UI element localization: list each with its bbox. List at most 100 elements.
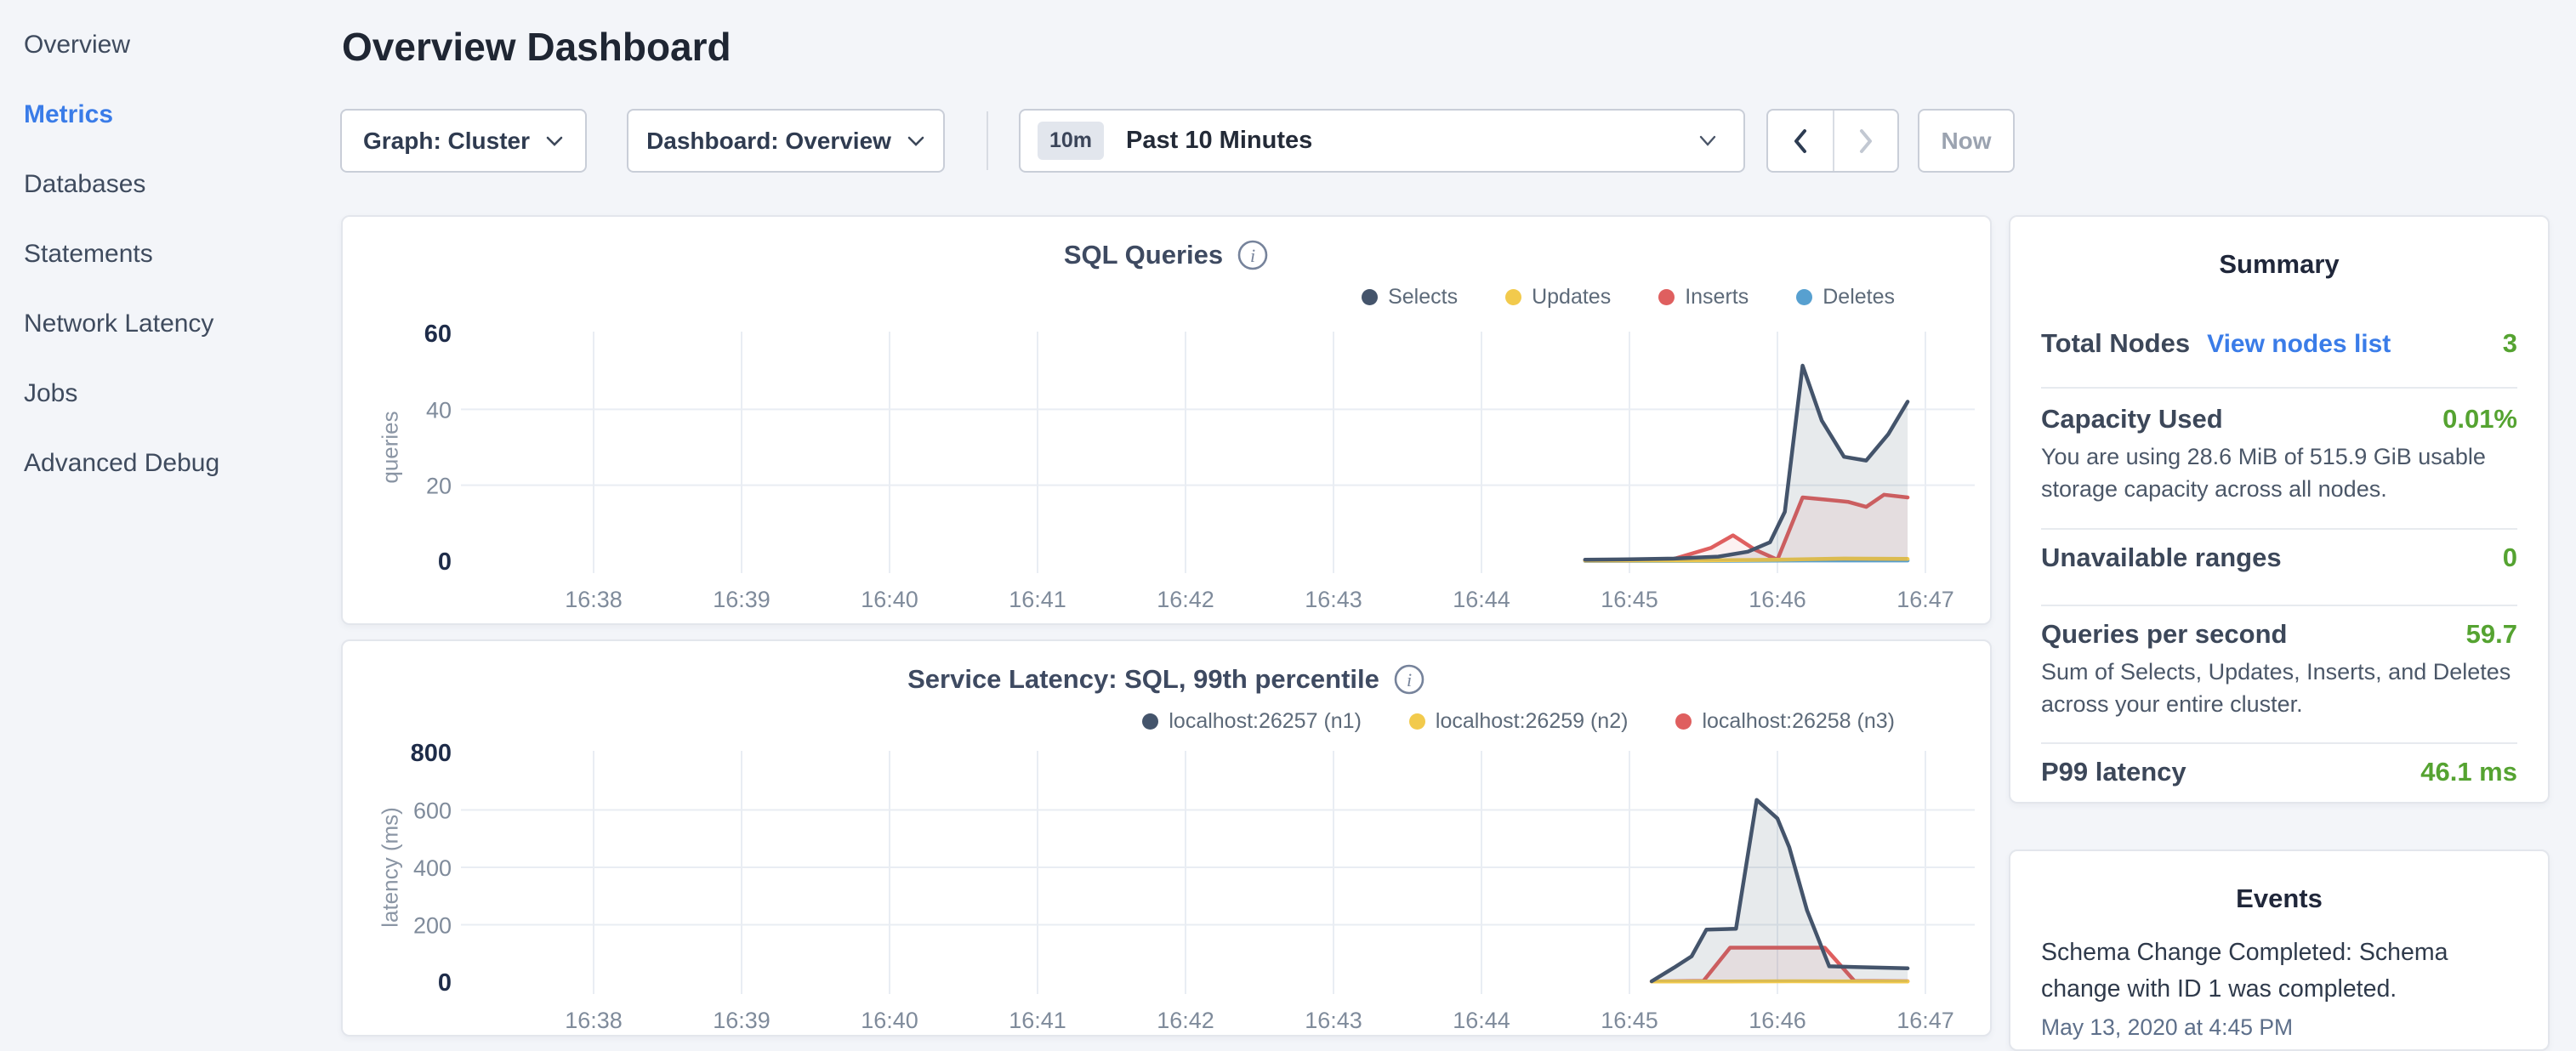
qps-description: Sum of Selects, Updates, Inserts, and De… — [2041, 656, 2517, 720]
chart-title: SQL Queries — [1064, 240, 1223, 270]
sidebar-item-network-latency[interactable]: Network Latency — [0, 289, 340, 359]
legend-item: Selects — [1362, 285, 1458, 310]
chart-card-service-latency: 16:3816:3916:4016:4116:4216:4316:4416:45… — [341, 639, 1992, 1037]
legend-item: localhost:26257 (n1) — [1142, 709, 1362, 734]
chevron-down-icon — [1697, 134, 1718, 148]
dashboard-dropdown[interactable]: Dashboard: Overview — [627, 109, 945, 173]
p99-latency-value: 46.1 ms — [2420, 757, 2517, 787]
x-tick-label: 16:42 — [1157, 587, 1214, 612]
sidebar-item-metrics[interactable]: Metrics — [0, 80, 340, 150]
app-root: Overview Metrics Databases Statements Ne… — [0, 0, 2576, 1051]
info-icon[interactable]: i — [1237, 239, 1269, 271]
x-tick-label: 16:39 — [713, 587, 771, 612]
legend-label: Selects — [1388, 285, 1458, 310]
y-tick-label: 40 — [426, 397, 452, 423]
legend-label: localhost:26258 (n3) — [1702, 709, 1895, 734]
y-axis-label: queries — [378, 411, 404, 483]
time-range-selector[interactable]: 10m Past 10 Minutes — [1019, 109, 1745, 173]
total-nodes-value: 3 — [2503, 328, 2517, 359]
svg-text:i: i — [1407, 669, 1412, 690]
chart-legend: localhost:26257 (n1) localhost:26259 (n2)… — [1142, 709, 1895, 734]
qps-label: Queries per second — [2041, 619, 2287, 650]
event-timestamp: May 13, 2020 at 4:45 PM — [2041, 1014, 2517, 1041]
legend-item: localhost:26258 (n3) — [1675, 709, 1895, 734]
x-tick-label: 16:43 — [1305, 587, 1362, 612]
graph-dropdown-label: Graph: Cluster — [363, 128, 530, 155]
x-tick-label: 16:44 — [1453, 1008, 1510, 1033]
p99-latency-label: P99 latency — [2041, 757, 2186, 787]
view-nodes-list-link[interactable]: View nodes list — [2207, 330, 2391, 359]
y-tick-label: 20 — [426, 474, 452, 499]
time-step-buttons — [1766, 109, 1899, 173]
page-title: Overview Dashboard — [342, 24, 731, 70]
divider — [2041, 528, 2517, 530]
y-tick-label: 600 — [413, 798, 452, 824]
summary-title: Summary — [2010, 249, 2548, 280]
event-text: Schema Change Completed: Schema change w… — [2041, 935, 2517, 1008]
chevron-right-icon — [1862, 131, 1870, 151]
controls-divider — [987, 111, 988, 170]
time-range-label: Past 10 Minutes — [1126, 127, 1312, 155]
events-title: Events — [2010, 883, 2548, 914]
unavailable-ranges-value: 0 — [2503, 543, 2517, 573]
dashboard-dropdown-label: Dashboard: Overview — [646, 128, 891, 155]
legend-item: Inserts — [1658, 285, 1749, 310]
x-tick-label: 16:42 — [1157, 1008, 1214, 1033]
summary-panel: Summary Total Nodes View nodes list 3 Ca… — [2009, 215, 2550, 804]
legend-dot-icon — [1142, 713, 1158, 730]
x-tick-label: 16:41 — [1009, 1008, 1066, 1033]
time-step-back-button[interactable] — [1768, 111, 1833, 171]
legend-label: localhost:26257 (n1) — [1169, 709, 1362, 734]
legend-item: localhost:26259 (n2) — [1409, 709, 1629, 734]
service-latency-plot[interactable]: 16:3816:3916:4016:4116:4216:4316:4416:45… — [343, 641, 1993, 1038]
sidebar-item-advanced-debug[interactable]: Advanced Debug — [0, 429, 340, 498]
x-tick-label: 16:41 — [1009, 587, 1066, 612]
x-tick-label: 16:47 — [1896, 587, 1954, 612]
summary-row-qps: Queries per second 59.7 — [2041, 619, 2517, 650]
summary-row-total-nodes: Total Nodes View nodes list 3 — [2041, 328, 2517, 359]
y-tick-label: 0 — [438, 969, 452, 997]
legend-dot-icon — [1409, 713, 1425, 730]
sidebar-item-databases[interactable]: Databases — [0, 150, 340, 219]
sidebar-item-jobs[interactable]: Jobs — [0, 359, 340, 429]
x-tick-label: 16:40 — [861, 587, 918, 612]
chevron-down-icon — [907, 135, 925, 147]
x-tick-label: 16:39 — [713, 1008, 771, 1033]
sidebar: Overview Metrics Databases Statements Ne… — [0, 0, 340, 1051]
unavailable-ranges-label: Unavailable ranges — [2041, 543, 2282, 573]
y-axis-label: latency (ms) — [378, 807, 404, 928]
total-nodes-label: Total Nodes — [2041, 328, 2190, 359]
x-tick-label: 16:43 — [1305, 1008, 1362, 1033]
x-tick-label: 16:40 — [861, 1008, 918, 1033]
y-tick-label: 0 — [438, 548, 452, 576]
legend-label: Inserts — [1685, 285, 1749, 310]
divider — [2041, 387, 2517, 389]
divider — [2041, 742, 2517, 744]
qps-value: 59.7 — [2466, 619, 2517, 650]
summary-row-p99: P99 latency 46.1 ms — [2041, 757, 2517, 787]
capacity-used-description: You are using 28.6 MiB of 515.9 GiB usab… — [2041, 440, 2517, 505]
chevron-down-icon — [545, 135, 564, 147]
sidebar-item-statements[interactable]: Statements — [0, 219, 340, 289]
y-tick-label: 800 — [411, 740, 452, 767]
sidebar-item-overview[interactable]: Overview — [0, 10, 340, 80]
y-tick-label: 200 — [413, 913, 452, 939]
sql-queries-plot[interactable]: 16:3816:3916:4016:4116:4216:4316:4416:45… — [343, 217, 1993, 627]
chart-card-sql-queries: 16:3816:3916:4016:4116:4216:4316:4416:45… — [341, 215, 1992, 625]
x-tick-label: 16:45 — [1601, 587, 1658, 612]
legend-dot-icon — [1658, 289, 1675, 305]
x-tick-label: 16:38 — [565, 1008, 623, 1033]
legend-dot-icon — [1796, 289, 1812, 305]
time-step-forward-button[interactable] — [1833, 111, 1897, 171]
graph-dropdown[interactable]: Graph: Cluster — [340, 109, 587, 173]
summary-row-capacity: Capacity Used 0.01% — [2041, 404, 2517, 435]
info-icon[interactable]: i — [1393, 663, 1425, 696]
x-tick-label: 16:46 — [1749, 1008, 1806, 1033]
svg-text:i: i — [1250, 245, 1255, 266]
capacity-used-value: 0.01% — [2442, 404, 2517, 435]
legend-label: Updates — [1532, 285, 1611, 310]
series-area — [1585, 366, 1908, 561]
now-button[interactable]: Now — [1918, 109, 2015, 173]
x-tick-label: 16:46 — [1749, 587, 1806, 612]
chevron-left-icon — [1796, 131, 1805, 151]
